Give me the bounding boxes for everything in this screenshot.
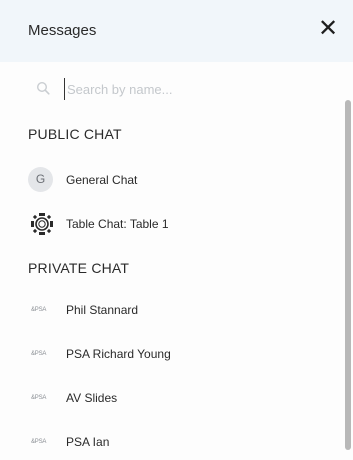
chat-item-private[interactable]: &PSA AV Slides — [28, 384, 328, 412]
messages-panel: Messages ✕ PUBLIC CHAT G General Chat — [0, 0, 353, 460]
search-icon — [36, 81, 50, 95]
psa-logo-icon: &PSA — [31, 307, 47, 313]
chat-item-general[interactable]: G General Chat — [28, 166, 328, 194]
chat-item-label: AV Slides — [66, 391, 118, 405]
chat-item-label: PSA Richard Young — [66, 347, 171, 361]
psa-logo-icon: &PSA — [31, 439, 47, 445]
avatar: G — [28, 167, 53, 192]
table-icon — [28, 210, 56, 238]
scrollbar[interactable] — [345, 100, 351, 450]
psa-logo-icon: &PSA — [31, 351, 47, 357]
chat-item-label: Phil Stannard — [66, 303, 139, 317]
messages-header: Messages ✕ — [0, 0, 353, 62]
chat-item-table[interactable]: Table Chat: Table 1 — [28, 210, 328, 238]
chat-item-private[interactable]: &PSA Phil Stannard — [28, 296, 328, 324]
chat-item-private[interactable]: &PSA PSA Ian — [28, 428, 328, 456]
chat-item-private[interactable]: &PSA PSA Richard Young — [28, 340, 328, 368]
chat-item-label: Table Chat: Table 1 — [66, 217, 169, 231]
private-chat-heading: PRIVATE CHAT — [28, 260, 130, 276]
psa-logo-icon: &PSA — [31, 395, 47, 401]
search-input[interactable] — [64, 78, 287, 100]
chat-item-label: General Chat — [66, 173, 138, 187]
chat-item-label: PSA Ian — [66, 435, 110, 449]
public-chat-heading: PUBLIC CHAT — [28, 126, 122, 142]
header-title: Messages — [28, 22, 97, 39]
close-icon[interactable]: ✕ — [317, 17, 339, 41]
search-bar — [36, 76, 296, 102]
